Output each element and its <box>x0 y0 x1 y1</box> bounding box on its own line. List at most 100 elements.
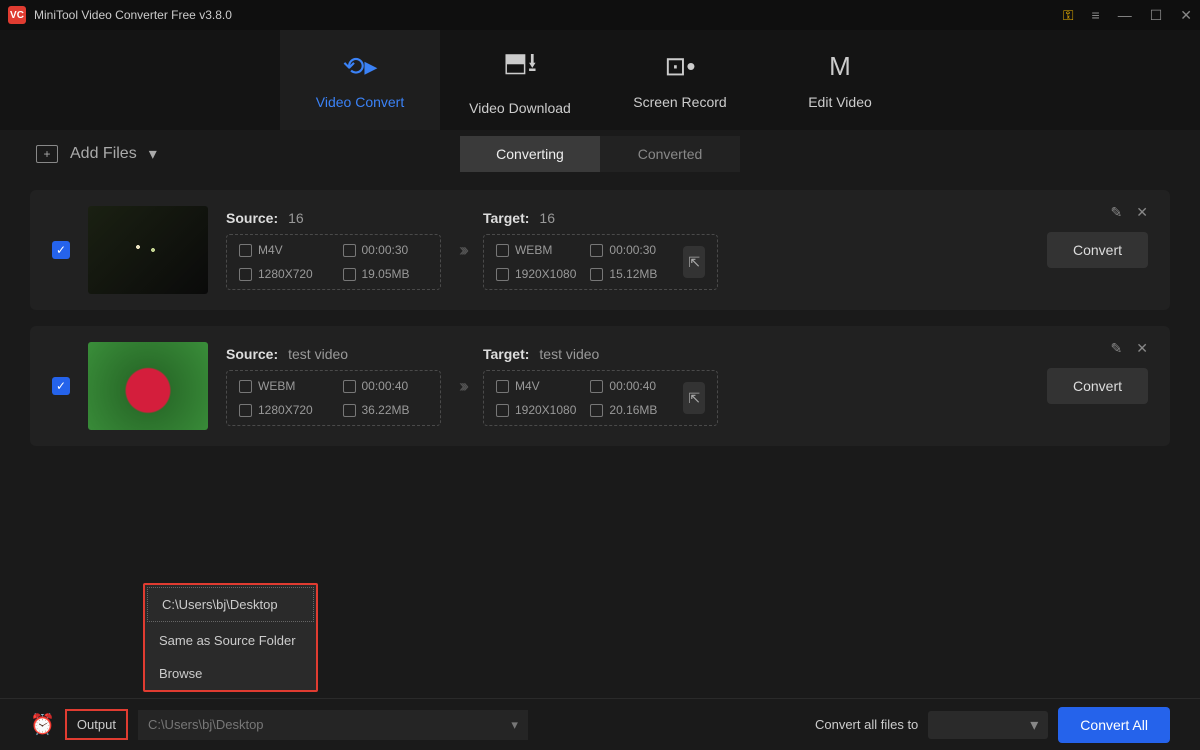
target-settings-button[interactable]: ⇱ <box>683 382 705 414</box>
duration-icon <box>343 244 356 257</box>
thumbnail <box>88 342 208 430</box>
status-tabs: Converting Converted <box>460 136 740 172</box>
file-row: ✓ Source: 16 M4V 00:00:30 1280X720 19.05… <box>30 190 1170 310</box>
row-checkbox[interactable]: ✓ <box>52 377 70 395</box>
target-column: Target: test video M4V 00:00:40 1920X108… <box>483 346 718 426</box>
remove-icon[interactable]: ✕ <box>1136 204 1148 221</box>
dropdown-item-browse[interactable]: Browse <box>145 657 316 690</box>
duration-icon <box>590 380 603 393</box>
source-info: M4V 00:00:30 1280X720 19.05MB <box>226 234 441 290</box>
target-settings-button[interactable]: ⇱ <box>683 246 705 278</box>
source-duration: 00:00:30 <box>362 243 409 257</box>
source-info: WEBM 00:00:40 1280X720 36.22MB <box>226 370 441 426</box>
nav-video-convert[interactable]: ⟲▸ Video Convert <box>280 30 440 130</box>
sub-toolbar: + Add Files ▾ Converting Converted <box>0 130 1200 178</box>
remove-icon[interactable]: ✕ <box>1136 340 1148 357</box>
chevron-down-icon: ▾ <box>511 717 518 733</box>
edit-icon[interactable]: ✎ <box>1111 204 1123 221</box>
maximize-icon[interactable]: ☐ <box>1150 7 1163 24</box>
duration-icon <box>343 380 356 393</box>
convert-button[interactable]: Convert <box>1047 232 1148 268</box>
nav-label: Video Download <box>469 100 571 116</box>
source-header: Source: test video <box>226 346 441 362</box>
target-duration: 00:00:30 <box>609 243 656 257</box>
nav-screen-record[interactable]: ⊡• Screen Record <box>600 30 760 130</box>
edit-icon: M <box>829 51 851 82</box>
download-icon: ⬒⭳ <box>503 44 537 88</box>
duration-icon <box>590 244 603 257</box>
target-res: 1920X1080 <box>515 267 576 281</box>
target-info: WEBM 00:00:30 1920X1080 15.12MB ⇱ <box>483 234 718 290</box>
convert-to-label: Convert all files to <box>815 717 918 732</box>
convert-button[interactable]: Convert <box>1047 368 1148 404</box>
source-size: 36.22MB <box>362 403 410 417</box>
close-icon[interactable]: ✕ <box>1180 7 1192 24</box>
target-header: Target: test video <box>483 346 718 362</box>
target-format: WEBM <box>515 243 552 257</box>
add-files-icon: + <box>36 145 58 163</box>
source-duration: 00:00:40 <box>362 379 409 393</box>
convert-all-button[interactable]: Convert All <box>1058 707 1170 743</box>
size-icon <box>590 268 603 281</box>
output-label: Output <box>65 709 128 740</box>
source-res: 1280X720 <box>258 267 313 281</box>
row-actions: ✎ ✕ <box>1111 340 1148 357</box>
target-name: 16 <box>539 210 555 226</box>
titlebar: VC MiniTool Video Converter Free v3.8.0 … <box>0 0 1200 30</box>
resolution-icon <box>496 268 509 281</box>
nav-edit-video[interactable]: M Edit Video <box>760 30 920 130</box>
target-header: Target: 16 <box>483 210 718 226</box>
source-name: 16 <box>288 210 304 226</box>
top-nav: ⟲▸ Video Convert ⬒⭳ Video Download ⊡• Sc… <box>0 30 1200 130</box>
convert-icon: ⟲▸ <box>343 51 378 82</box>
tab-converted[interactable]: Converted <box>600 136 740 172</box>
output-path-value: C:\Users\bj\Desktop <box>148 717 264 732</box>
target-name: test video <box>539 346 599 362</box>
resolution-icon <box>239 268 252 281</box>
row-checkbox[interactable]: ✓ <box>52 241 70 259</box>
dropdown-item-path[interactable]: C:\Users\bj\Desktop <box>147 587 314 622</box>
add-files-label: Add Files <box>70 145 137 163</box>
target-size: 20.16MB <box>609 403 657 417</box>
file-row: ✓ Source: test video WEBM 00:00:40 1280X… <box>30 326 1170 446</box>
nav-video-download[interactable]: ⬒⭳ Video Download <box>440 30 600 130</box>
resolution-icon <box>239 404 252 417</box>
source-label: Source: <box>226 346 278 362</box>
output-path-select[interactable]: C:\Users\bj\Desktop ▾ <box>138 710 528 740</box>
arrows-icon: ››› <box>459 240 465 261</box>
record-icon: ⊡• <box>665 51 696 82</box>
add-files-button[interactable]: + Add Files ▾ <box>36 144 157 164</box>
target-label: Target: <box>483 210 529 226</box>
source-res: 1280X720 <box>258 403 313 417</box>
target-label: Target: <box>483 346 529 362</box>
bottom-bar: ⏰ Output C:\Users\bj\Desktop ▾ Convert a… <box>0 698 1200 750</box>
titlebar-left: VC MiniTool Video Converter Free v3.8.0 <box>8 6 232 24</box>
format-icon <box>496 380 509 393</box>
format-icon <box>239 244 252 257</box>
target-column: Target: 16 WEBM 00:00:30 1920X1080 15.12… <box>483 210 718 290</box>
minimize-icon[interactable]: — <box>1118 7 1132 23</box>
source-format: WEBM <box>258 379 295 393</box>
resolution-icon <box>496 404 509 417</box>
edit-icon[interactable]: ✎ <box>1111 340 1123 357</box>
file-list: ✓ Source: 16 M4V 00:00:30 1280X720 19.05… <box>0 178 1200 458</box>
output-dropdown-menu: C:\Users\bj\Desktop Same as Source Folde… <box>143 583 318 692</box>
target-duration: 00:00:40 <box>609 379 656 393</box>
dropdown-item-same-folder[interactable]: Same as Source Folder <box>145 624 316 657</box>
source-label: Source: <box>226 210 278 226</box>
key-icon[interactable]: ⚿ <box>1063 7 1074 24</box>
menu-icon[interactable]: ≡ <box>1092 7 1100 23</box>
size-icon <box>590 404 603 417</box>
nav-label: Video Convert <box>316 94 404 110</box>
tab-converting[interactable]: Converting <box>460 136 600 172</box>
clock-icon[interactable]: ⏰ <box>30 712 55 737</box>
source-header: Source: 16 <box>226 210 441 226</box>
source-size: 19.05MB <box>362 267 410 281</box>
size-icon <box>343 268 356 281</box>
nav-label: Screen Record <box>633 94 726 110</box>
format-icon <box>239 380 252 393</box>
chevron-down-icon: ▾ <box>1030 715 1038 735</box>
convert-format-select[interactable]: ▾ <box>928 711 1048 739</box>
source-column: Source: 16 M4V 00:00:30 1280X720 19.05MB <box>226 210 441 290</box>
format-icon <box>496 244 509 257</box>
